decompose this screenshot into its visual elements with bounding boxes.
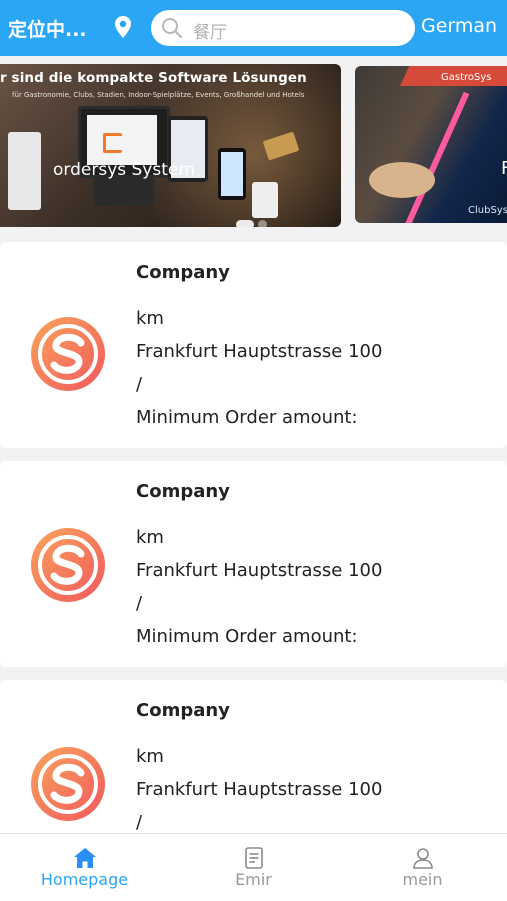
pos-terminal-stand <box>94 176 154 206</box>
language-switch[interactable]: German <box>421 15 497 37</box>
carousel-indicator <box>236 214 271 227</box>
banner-headline: r sind die kompakte Software Lösungen <box>0 70 307 86</box>
company-logo-icon <box>31 528 105 602</box>
banner-brand: ordersys System <box>53 160 195 180</box>
banner-light-beam <box>398 91 470 223</box>
company-min-order: Minimum Order amount: <box>136 407 358 428</box>
company-logo-icon <box>31 747 105 821</box>
bottom-tab-bar: Homepage Emir mein <box>0 833 507 901</box>
company-separator: / <box>136 812 143 833</box>
tab-emir[interactable]: Emir <box>169 834 338 901</box>
company-address: Frankfurt Hauptstrasse 100 <box>136 341 383 362</box>
carousel-dot-active <box>236 220 254 227</box>
search-bar[interactable]: 餐厅 <box>151 10 415 46</box>
tab-label: Homepage <box>40 870 129 889</box>
location-status[interactable]: 定位中... <box>8 15 87 42</box>
banner-subline: für Gastronomie, Clubs, Stadien, Indoor-… <box>12 91 305 99</box>
company-address: Frankfurt Hauptstrasse 100 <box>136 560 383 581</box>
company-distance: km <box>136 746 164 767</box>
search-icon <box>162 18 182 38</box>
tab-label: Emir <box>235 870 272 889</box>
food-image <box>369 162 435 198</box>
banner-label-top: GastroSys <box>441 72 492 83</box>
company-distance: km <box>136 527 164 548</box>
company-separator: / <box>136 374 143 395</box>
company-name: Company <box>136 481 230 502</box>
banner-slide-active[interactable]: r sind die kompakte Software Lösungen fü… <box>0 64 341 227</box>
company-min-order: Minimum Order amount: <box>136 626 358 647</box>
top-header: 定位中... 餐厅 German <box>0 0 507 56</box>
company-logo-icon <box>31 317 105 391</box>
search-placeholder: 餐厅 <box>193 23 227 43</box>
document-icon <box>245 847 263 869</box>
tab-label: mein <box>402 870 443 889</box>
card-reader-image <box>252 182 278 218</box>
phone-image <box>218 148 246 200</box>
company-card[interactable]: Company km Frankfurt Hauptstrasse 100 / … <box>0 242 507 448</box>
user-icon <box>413 848 433 869</box>
tab-homepage[interactable]: Homepage <box>0 834 169 901</box>
banner-label-bottom: ClubSys <box>468 205 507 216</box>
company-name: Company <box>136 700 230 721</box>
banner-slide-next[interactable]: GastroSys ClubSys F <box>355 66 507 223</box>
company-distance: km <box>136 308 164 329</box>
tab-mein[interactable]: mein <box>338 834 507 901</box>
company-address: Frankfurt Hauptstrasse 100 <box>136 779 383 800</box>
company-separator: / <box>136 593 143 614</box>
location-pin-icon[interactable] <box>113 15 133 39</box>
banner-partial-text: F <box>501 158 507 179</box>
carousel-dot <box>258 220 267 227</box>
home-icon <box>74 848 96 868</box>
company-name: Company <box>136 262 230 283</box>
company-card[interactable]: Company km Frankfurt Hauptstrasse 100 / … <box>0 461 507 667</box>
kiosk-image <box>8 132 41 210</box>
